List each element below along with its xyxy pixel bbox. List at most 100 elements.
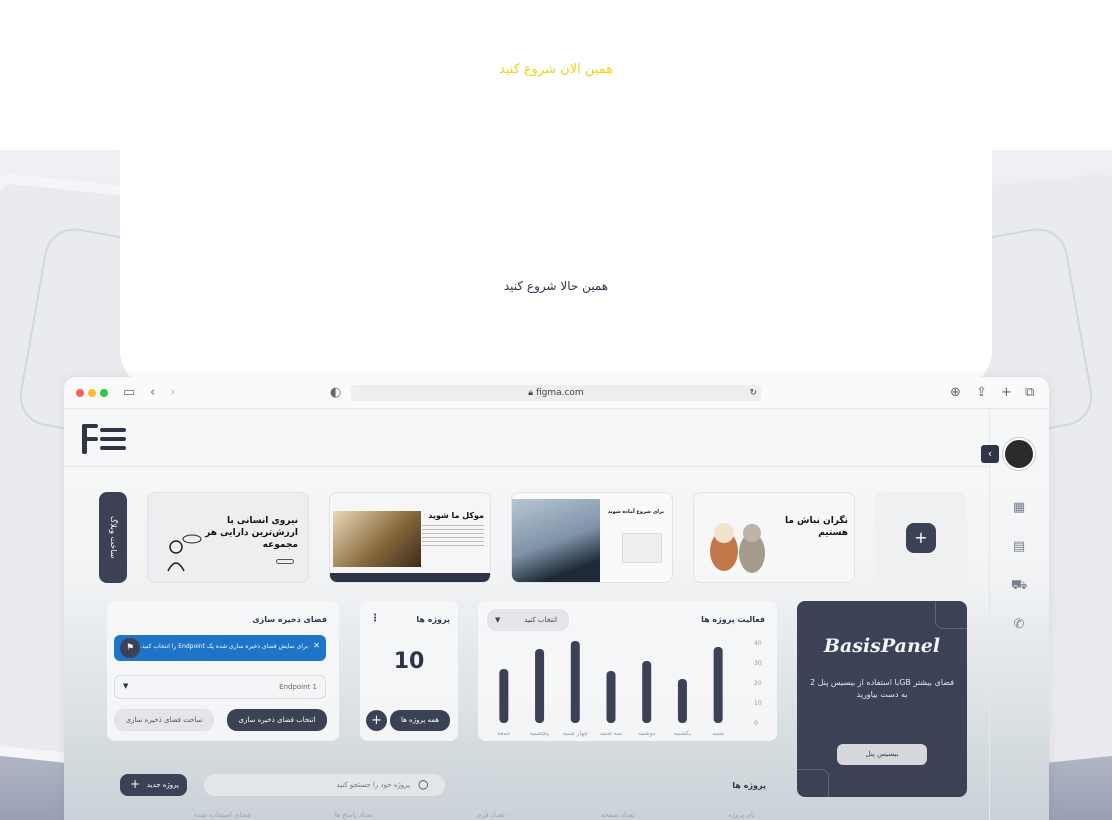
building-photo: [512, 499, 600, 582]
x-tick-label: جمعه: [497, 730, 511, 737]
all-projects-button[interactable]: همه پروژه ها: [390, 710, 450, 731]
storage-notice: ✕ برای نمایش فضای ذخیره سازی شده یک Endp…: [114, 635, 326, 661]
document-icon[interactable]: ▤: [1011, 539, 1027, 555]
endpoint-select[interactable]: ▼ Endpoint 1: [114, 675, 326, 699]
x-tick-label: سه شنبه: [600, 730, 622, 737]
shield-icon[interactable]: ◐: [330, 385, 341, 401]
law-text-lines: [422, 525, 484, 547]
activity-bar[interactable]: [677, 679, 687, 723]
project-search-bar[interactable]: ○: [204, 774, 445, 796]
tagline-mid: همین حالا شروع کنید: [503, 279, 609, 293]
sidebar-toggle-icon[interactable]: ▭: [123, 385, 135, 401]
y-tick-label: 30: [754, 660, 762, 667]
new-project-label: پروژه جدید: [146, 781, 179, 789]
search-icon: ○: [418, 777, 429, 791]
close-notice-icon[interactable]: ✕: [313, 641, 320, 650]
template-card-pets[interactable]: نگران نباش ما هستیم: [693, 492, 855, 583]
period-select[interactable]: ▼ انتخاب کنید: [487, 609, 569, 631]
plus-icon: +: [130, 777, 141, 791]
share-icon[interactable]: ⇪: [976, 385, 987, 401]
projects-section-title: پروژه ها: [732, 781, 766, 790]
x-tick-label: یکشنبه: [674, 730, 692, 737]
tabs-overview-icon[interactable]: ⧉: [1025, 385, 1034, 401]
lock-icon: 🔒︎: [528, 388, 534, 398]
storage-card: فضای ذخیره سازی ✕ برای نمایش فضای ذخیره …: [107, 601, 339, 741]
forward-icon[interactable]: ›: [170, 385, 175, 401]
tagline-top[interactable]: همین الان شروع کنید: [0, 62, 1112, 77]
chevron-down-icon: ▼: [123, 682, 129, 690]
building-form: [622, 533, 662, 563]
search-input[interactable]: [214, 778, 410, 792]
select-storage-button[interactable]: انتخاب فضای ذخیره سازی: [227, 709, 327, 731]
activity-bar[interactable]: [570, 641, 580, 723]
basis-panel-button[interactable]: بیسیس پنل: [837, 744, 927, 765]
period-select-placeholder: انتخاب کنید: [524, 616, 557, 624]
collapse-sidebar-button[interactable]: ‹: [981, 445, 999, 463]
basis-panel-text: با استفاده از بیسیس پنل 2GB فضای بیشتر ب…: [809, 678, 955, 699]
new-project-button[interactable]: + پروژه جدید: [120, 774, 187, 796]
law-photo: [333, 511, 421, 567]
column-used-space: فضای استفاده شده: [193, 811, 251, 819]
activity-bar[interactable]: [535, 649, 545, 723]
address-bar[interactable]: 🔒︎ figma.com ↻: [351, 385, 761, 401]
y-tick-label: 40: [754, 640, 762, 647]
download-icon[interactable]: ⊕: [950, 385, 961, 401]
user-avatar[interactable]: [1003, 438, 1035, 470]
notice-text: برای نمایش فضای ذخیره سازی شده یک Endpoi…: [139, 643, 308, 650]
template-card-hr[interactable]: نیروی انسانی با ارزش‌ترین دارایی هر مجمو…: [147, 492, 309, 583]
new-blog-button[interactable]: ساخت وبلاگ: [99, 492, 127, 583]
x-tick-label: پنجشنبه: [530, 730, 550, 737]
column-response-count: تعداد پاسخ ها: [334, 811, 373, 819]
activity-bar[interactable]: [606, 671, 616, 723]
column-form-count: تعداد فرم: [477, 811, 505, 819]
chevron-down-icon: ▼: [495, 616, 501, 624]
storage-title: فضای ذخیره سازی: [252, 615, 327, 624]
endpoint-value: Endpoint 1: [279, 683, 317, 691]
hero-white-panel: [120, 0, 992, 390]
projects-count: 10: [393, 649, 425, 674]
create-storage-button[interactable]: ساخت فضای ذخیره سازی: [114, 709, 214, 731]
template-hr-button[interactable]: [276, 559, 294, 564]
app-logo[interactable]: [82, 424, 128, 454]
activity-bar-chart: 40 30 20 10 0 شنبه یکشنبه دوشنبه سه شنبه چهار شنب…: [497, 640, 762, 737]
add-project-button[interactable]: +: [366, 710, 387, 731]
promo-decor: [935, 601, 967, 629]
template-title: برای شروع آماده شوید: [607, 509, 664, 515]
add-template-card: +: [875, 492, 967, 583]
activity-bar[interactable]: [642, 661, 652, 723]
maximize-dot[interactable]: [100, 389, 108, 397]
promo-decor-2: [797, 769, 829, 797]
header-divider: [64, 466, 989, 467]
template-title: نیروی انسانی با ارزش‌ترین دارایی هر مجمو…: [205, 516, 298, 550]
x-tick-label: دوشنبه: [638, 730, 656, 737]
phone-icon[interactable]: ✆: [1011, 617, 1027, 633]
activity-chart-card: فعالیت پروژه ها ▼ انتخاب کنید 40 30 20 10 0 ش…: [478, 601, 777, 741]
template-card-building[interactable]: برای شروع آماده شوید: [511, 492, 673, 583]
url-text: figma.com: [535, 388, 584, 398]
law-footer: [330, 573, 490, 582]
person-sketch-icon: [167, 534, 202, 572]
new-tab-icon[interactable]: +: [1001, 385, 1012, 401]
reload-icon[interactable]: ↻: [749, 385, 757, 401]
back-icon[interactable]: ‹: [150, 385, 155, 401]
template-card-law[interactable]: موکل ما شوید: [329, 492, 491, 583]
close-dot[interactable]: [76, 389, 84, 397]
y-tick-label: 20: [754, 680, 762, 687]
add-template-button[interactable]: +: [906, 523, 936, 553]
cart-icon[interactable]: ⛟: [1011, 578, 1027, 594]
x-tick-label: چهار شنبه: [563, 730, 588, 737]
dashboard-grid-icon[interactable]: ▦: [1011, 500, 1027, 516]
more-vert-icon[interactable]: ⋮: [370, 613, 380, 624]
activity-title: فعالیت پروژه ها: [701, 615, 765, 624]
projects-card-title: پروژه ها: [416, 615, 450, 624]
activity-bar[interactable]: [713, 647, 723, 723]
minimize-dot[interactable]: [88, 389, 96, 397]
browser-window: ▭ ‹ › ◐ 🔒︎ figma.com ↻ ⊕ ⇪ + ⧉ ‹ ▦ ▤ ⛟ ✆: [64, 377, 1049, 820]
dog-cat-icon: [710, 523, 765, 573]
template-title: نگران نباش ما هستیم: [784, 516, 848, 538]
activity-bar[interactable]: [499, 669, 509, 723]
right-sidebar: [989, 410, 1049, 820]
projects-count-card: پروژه ها ⋮ 10 + همه پروژه ها: [360, 601, 458, 741]
pin-icon: ⚑: [120, 638, 140, 658]
browser-toolbar: ▭ ‹ › ◐ 🔒︎ figma.com ↻ ⊕ ⇪ + ⧉: [64, 377, 1049, 409]
